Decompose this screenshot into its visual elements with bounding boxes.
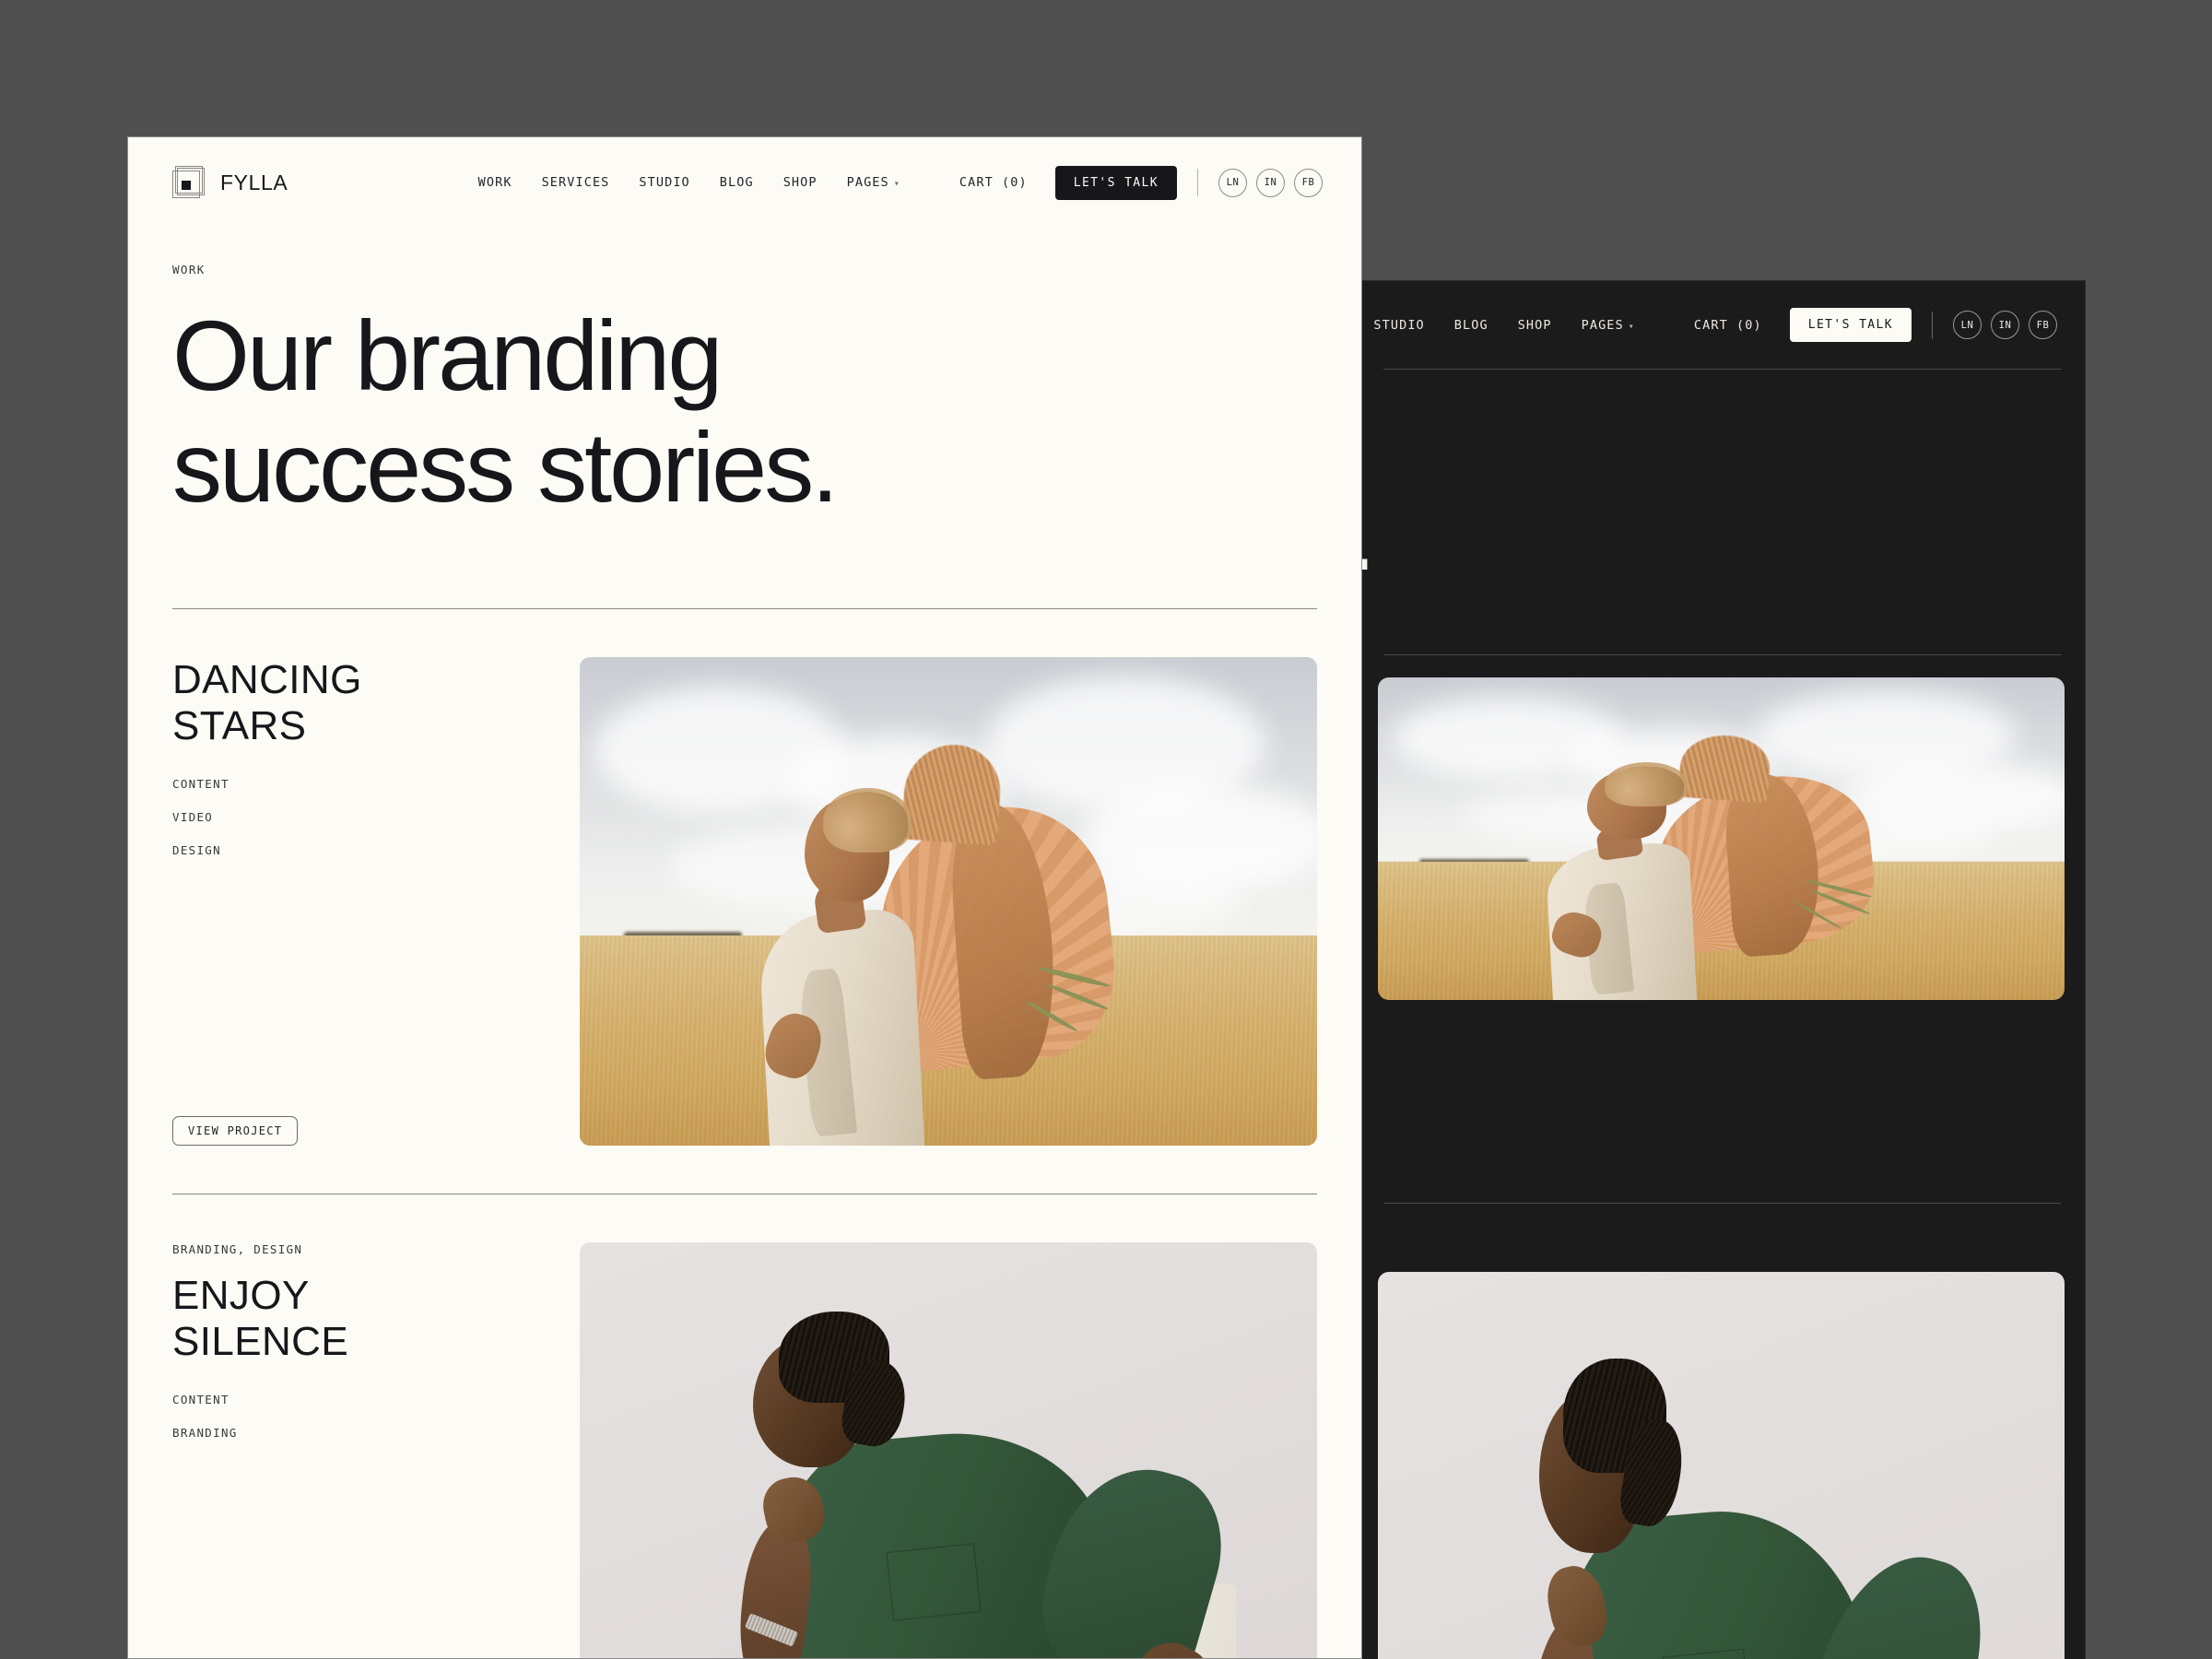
project-tag: CONTENT — [172, 1393, 229, 1407]
project-tag: CONTENT — [172, 777, 229, 792]
project-1-image[interactable] — [580, 656, 1317, 1146]
navbar: FYLLA WORK SERVICES STUDIO BLOG SHOP PAG… — [128, 137, 1361, 228]
project-2-category: BRANDING, DESIGN — [172, 1241, 303, 1256]
dark-nav-link-pages-label: PAGES — [1581, 317, 1624, 333]
dark-project-image-1[interactable] — [1378, 677, 2065, 1000]
project-1-meta: DANCING STARS CONTENT VIDEO DESIGN VIEW … — [172, 657, 541, 1146]
dark-nav-link-shop[interactable]: SHOP — [1518, 318, 1552, 333]
dark-social-links: LN IN FB — [1953, 311, 2057, 339]
dark-nav-link-pages[interactable]: PAGES ▾ — [1582, 318, 1635, 333]
nav-link-work-label: WORK — [477, 175, 512, 190]
project-tag: VIDEO — [172, 810, 214, 825]
dark-nav-link-shop-label: SHOP — [1517, 317, 1552, 333]
dark-navbar-right: WORK SERVICES STUDIO BLOG SHOP PAGES▾ CA… — [1359, 308, 2057, 342]
dark-nav-link-studio[interactable]: STUDIO — [1373, 318, 1424, 333]
facebook-icon[interactable]: FB — [1294, 168, 1323, 197]
chevron-down-icon: ▾ — [893, 179, 900, 189]
dark-theme-preview-panel: WORK SERVICES STUDIO BLOG SHOP PAGES▾ CA… — [1359, 281, 2085, 1659]
project-1-tags: CONTENT VIDEO DESIGN — [172, 777, 541, 857]
shirt-pocket — [886, 1542, 982, 1621]
instagram-icon[interactable]: IN — [1991, 311, 2019, 339]
dark-nav-link-blog[interactable]: BLOG — [1454, 318, 1488, 333]
page-eyebrow: WORK — [172, 263, 206, 276]
nav-link-blog-label: BLOG — [719, 175, 754, 190]
hero-section: WORK Our branding success stories. — [128, 228, 1361, 524]
facebook-icon[interactable]: FB — [2029, 311, 2057, 339]
studio-portrait-photo — [580, 1241, 1317, 1658]
chevron-down-icon: ▾ — [1628, 321, 1635, 332]
project-tag: BRANDING — [172, 1426, 238, 1441]
nav-divider — [1197, 169, 1198, 196]
dark-lets-talk-button[interactable]: LET'S TALK — [1789, 308, 1912, 342]
nav-link-shop-label: SHOP — [782, 175, 818, 190]
screenshot-stage: WORK SERVICES STUDIO BLOG SHOP PAGES ▾ CA… — [0, 0, 2212, 1659]
dark-project-rule — [1383, 1203, 2061, 1204]
navbar-right: WORK SERVICES STUDIO BLOG SHOP PAGES ▾ CA… — [478, 165, 1323, 200]
dark-project-image-2[interactable] — [1378, 1272, 2065, 1659]
studio-portrait-photo — [1378, 1272, 2065, 1659]
dark-navbar-rule — [1383, 369, 2061, 370]
linkedin-icon[interactable]: LN — [1218, 168, 1247, 197]
nav-link-pages-label: PAGES — [846, 175, 889, 190]
dark-hero: Our branding success stories. — [1359, 382, 2085, 654]
dark-nav-divider — [1932, 311, 1933, 339]
project-row: DANCING STARS CONTENT VIDEO DESIGN VIEW … — [128, 609, 1361, 1146]
hair — [1604, 766, 1684, 806]
nav-link-blog[interactable]: BLOG — [720, 175, 754, 190]
nav-link-pages[interactable]: PAGES ▾ — [847, 175, 900, 190]
project-2-title: ENJOY SILENCE — [172, 1272, 349, 1365]
nav-links: WORK SERVICES STUDIO BLOG SHOP PAGES ▾ CA… — [478, 175, 1028, 190]
brand-logo[interactable]: FYLLA — [172, 165, 288, 200]
dark-nav-links: WORK SERVICES STUDIO BLOG SHOP PAGES▾ CA… — [1359, 318, 1762, 333]
project-row: BRANDING, DESIGN ENJOY SILENCE CONTENT B… — [128, 1194, 1361, 1658]
nav-link-services-label: SERVICES — [541, 175, 610, 190]
nav-link-studio-label: STUDIO — [639, 175, 690, 190]
light-theme-main-panel: FYLLA WORK SERVICES STUDIO BLOG SHOP PAG… — [127, 136, 1362, 1659]
wheat-field-photo — [1378, 677, 2065, 1000]
lets-talk-button[interactable]: LET'S TALK — [1054, 165, 1177, 200]
project-2-tags: CONTENT BRANDING — [172, 1393, 541, 1440]
project-tag: DESIGN — [172, 843, 221, 858]
wheat-field-photo — [580, 656, 1317, 1146]
hair — [823, 791, 908, 853]
nav-link-work[interactable]: WORK — [478, 175, 512, 190]
nested-squares-icon — [172, 165, 207, 200]
nav-link-studio[interactable]: STUDIO — [639, 175, 689, 190]
view-project-button[interactable]: VIEW PROJECT — [172, 1115, 299, 1146]
linkedin-icon[interactable]: LN — [1953, 311, 1982, 339]
project-1-title: DANCING STARS — [172, 656, 362, 749]
dark-hero-title: Our branding success stories. — [1359, 382, 2085, 592]
nav-cart[interactable]: CART (0) — [959, 175, 1028, 190]
social-links: LN IN FB — [1218, 168, 1323, 197]
brand-name: FYLLA — [220, 170, 288, 194]
dark-nav-link-blog-label: BLOG — [1453, 317, 1488, 333]
project-2-image[interactable] — [580, 1241, 1317, 1658]
project-2-meta: BRANDING, DESIGN ENJOY SILENCE CONTENT B… — [172, 1241, 541, 1658]
dark-nav-cart[interactable]: CART (0) — [1694, 318, 1762, 333]
instagram-icon[interactable]: IN — [1256, 168, 1285, 197]
dark-hero-rule — [1383, 654, 2061, 655]
nav-link-shop[interactable]: SHOP — [783, 175, 818, 190]
dark-navbar: WORK SERVICES STUDIO BLOG SHOP PAGES▾ CA… — [1359, 281, 2085, 369]
dark-nav-link-studio-label: STUDIO — [1373, 317, 1425, 333]
page-title: Our branding success stories. — [172, 300, 839, 523]
nav-link-services[interactable]: SERVICES — [542, 175, 610, 190]
